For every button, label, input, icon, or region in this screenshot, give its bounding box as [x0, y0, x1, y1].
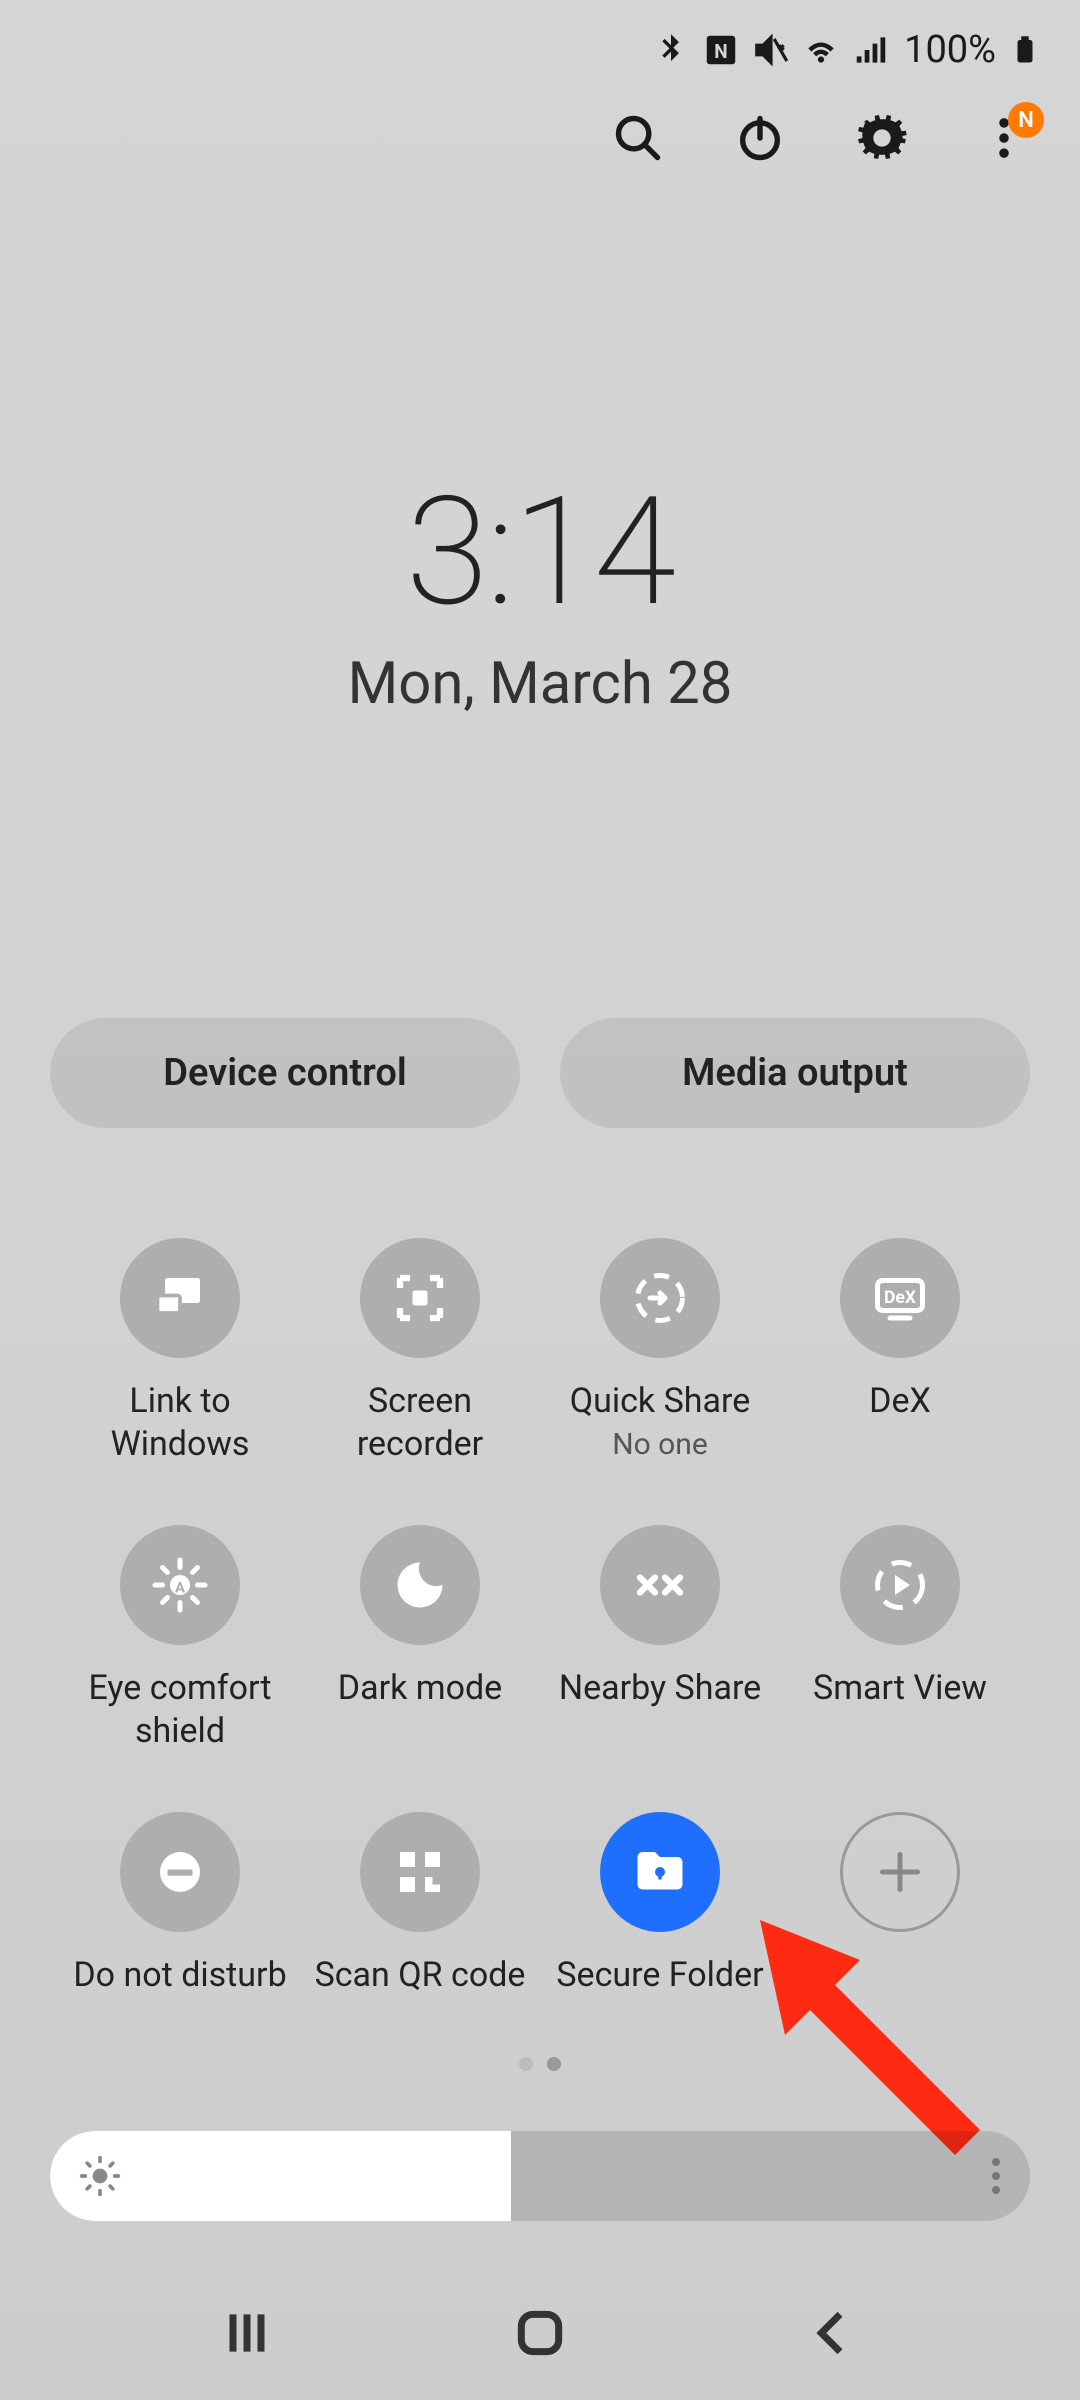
notification-badge: N [1008, 102, 1044, 138]
plus-icon [870, 1842, 930, 1902]
recents-icon [219, 2305, 275, 2361]
screen-recorder-icon [390, 1268, 450, 1328]
tile-dark-mode[interactable]: Dark mode [300, 1525, 540, 1752]
tile-secure-folder[interactable]: Secure Folder [540, 1812, 780, 1997]
status-bar: N 100% [0, 0, 1080, 72]
control-pills: Device control Media output [0, 1018, 1080, 1128]
tile-nearby-share[interactable]: Nearby Share [540, 1525, 780, 1752]
nearby-share-icon [630, 1555, 690, 1615]
svg-text:N: N [714, 40, 727, 63]
quick-tiles-grid: Link to Windows Screen recorder Quick Sh… [0, 1238, 1080, 1997]
secure-folder-icon [630, 1842, 690, 1902]
bluetooth-icon [652, 31, 690, 69]
back-button[interactable] [805, 2305, 861, 2365]
battery-percent: 100% [904, 28, 996, 72]
brightness-more-button[interactable] [992, 2158, 1000, 2194]
power-icon [734, 112, 786, 164]
brightness-slider[interactable] [50, 2131, 1030, 2221]
tile-label: DeX [869, 1380, 931, 1423]
nfc-icon: N [702, 31, 740, 69]
search-button[interactable] [612, 112, 664, 164]
page-dot [519, 2057, 533, 2071]
tile-quick-share[interactable]: Quick Share No one [540, 1238, 780, 1465]
tile-eye-comfort-shield[interactable]: A Eye comfort shield [60, 1525, 300, 1752]
back-icon [805, 2305, 861, 2361]
eye-comfort-icon: A [150, 1555, 210, 1615]
wifi-icon [802, 31, 840, 69]
tile-label: Link to Windows [70, 1380, 290, 1465]
tile-link-to-windows[interactable]: Link to Windows [60, 1238, 300, 1465]
tile-label: Secure Folder [556, 1954, 763, 1997]
qr-code-icon [390, 1842, 450, 1902]
header-toolbar: N [0, 72, 1080, 164]
settings-button[interactable] [856, 112, 908, 164]
tile-screen-recorder[interactable]: Screen recorder [300, 1238, 540, 1465]
clock-date: Mon, March 28 [0, 650, 1080, 718]
dark-mode-icon [390, 1555, 450, 1615]
navigation-bar [0, 2270, 1080, 2400]
tile-label: Screen recorder [310, 1380, 530, 1465]
home-icon [512, 2305, 568, 2361]
svg-text:A: A [175, 1579, 186, 1597]
page-dot-active [547, 2057, 561, 2071]
media-output-pill[interactable]: Media output [560, 1018, 1030, 1128]
tile-label: Quick Share [570, 1380, 751, 1423]
battery-icon [1010, 29, 1040, 71]
svg-text:DeX: DeX [884, 1288, 916, 1308]
tile-label: Scan QR code [315, 1954, 526, 1997]
quick-share-icon [630, 1268, 690, 1328]
tile-add[interactable] [780, 1812, 1020, 1997]
tile-label: Nearby Share [559, 1667, 761, 1710]
tile-sublabel: No one [612, 1427, 708, 1462]
brightness-fill [50, 2131, 511, 2221]
tile-scan-qr-code[interactable]: Scan QR code [300, 1812, 540, 1997]
power-button[interactable] [734, 112, 786, 164]
status-icons: N [652, 31, 890, 69]
tile-do-not-disturb[interactable]: Do not disturb [60, 1812, 300, 1997]
tile-label: Eye comfort shield [70, 1667, 290, 1752]
link-to-windows-icon [150, 1268, 210, 1328]
clock: 3:14 Mon, March 28 [0, 464, 1080, 718]
dex-icon: DeX [870, 1268, 930, 1328]
home-button[interactable] [512, 2305, 568, 2365]
mute-icon [752, 31, 790, 69]
smart-view-icon [870, 1555, 930, 1615]
device-control-pill[interactable]: Device control [50, 1018, 520, 1128]
page-indicator [0, 2057, 1080, 2071]
signal-icon [852, 31, 890, 69]
search-icon [612, 112, 664, 164]
tile-dex[interactable]: DeX DeX [780, 1238, 1020, 1465]
tile-label: Dark mode [338, 1667, 502, 1710]
brightness-icon [78, 2154, 122, 2198]
recents-button[interactable] [219, 2305, 275, 2365]
more-button[interactable]: N [978, 112, 1030, 164]
dnd-icon [150, 1842, 210, 1902]
tile-smart-view[interactable]: Smart View [780, 1525, 1020, 1752]
tile-label: Smart View [813, 1667, 987, 1710]
clock-time: 3:14 [0, 464, 1080, 640]
tile-label: Do not disturb [73, 1954, 286, 1997]
gear-icon [856, 112, 908, 164]
